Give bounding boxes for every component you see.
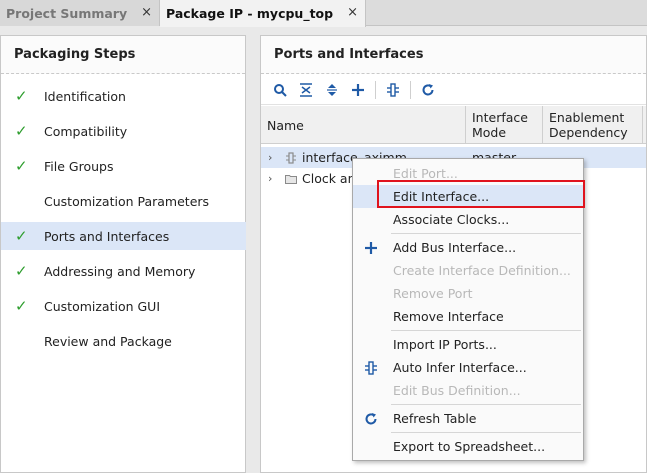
add-icon[interactable] bbox=[347, 79, 369, 101]
chevron-right-icon[interactable]: › bbox=[268, 151, 272, 164]
menu-item-label: Edit Bus Definition... bbox=[393, 383, 521, 398]
toolbar-divider bbox=[410, 80, 411, 99]
auto-infer-icon[interactable] bbox=[382, 79, 404, 101]
folder-icon bbox=[285, 173, 297, 185]
menu-item-label: Export to Spreadsheet... bbox=[393, 439, 546, 454]
check-icon: ✓ bbox=[15, 297, 28, 315]
collapse-all-icon[interactable] bbox=[295, 79, 317, 101]
table-header: Name Interface Mode Enablement Dependenc… bbox=[261, 106, 646, 144]
step-label: Ports and Interfaces bbox=[44, 228, 170, 244]
step-label: Customization GUI bbox=[44, 298, 161, 314]
step-ports-and-interfaces[interactable]: ✓ Ports and Interfaces bbox=[1, 222, 246, 250]
check-icon: ✓ bbox=[15, 87, 28, 105]
step-label: Compatibility bbox=[44, 123, 128, 139]
annotation-highlight-box bbox=[377, 180, 585, 208]
menu-item-refresh-table[interactable]: Refresh Table bbox=[353, 407, 583, 430]
menu-item-label: Create Interface Definition... bbox=[393, 263, 571, 278]
menu-divider bbox=[391, 404, 581, 405]
toolbar bbox=[261, 75, 646, 105]
tab-bar: Project Summary × Package IP - mycpu_top… bbox=[0, 0, 647, 27]
menu-item-associate-clocks[interactable]: Associate Clocks... bbox=[353, 208, 583, 231]
step-customization-gui[interactable]: ✓ Customization GUI bbox=[1, 292, 246, 320]
menu-item-label: Edit Port... bbox=[393, 166, 458, 181]
toolbar-divider bbox=[375, 80, 376, 99]
step-label: Addressing and Memory bbox=[44, 263, 196, 279]
menu-item-remove-port[interactable]: Remove Port bbox=[353, 282, 583, 305]
packaging-steps-panel: Packaging Steps ✓ Identification ✓ Compa… bbox=[0, 35, 246, 473]
menu-item-label: Auto Infer Interface... bbox=[393, 360, 527, 375]
menu-item-add-bus-interface[interactable]: Add Bus Interface... bbox=[353, 236, 583, 259]
refresh-icon bbox=[363, 411, 379, 427]
menu-item-label: Remove Interface bbox=[393, 309, 504, 324]
menu-item-auto-infer-interface[interactable]: Auto Infer Interface... bbox=[353, 356, 583, 379]
menu-item-label: Import IP Ports... bbox=[393, 337, 497, 352]
column-header-enablement-dependency[interactable]: Enablement Dependency bbox=[543, 106, 643, 144]
check-icon: ✓ bbox=[15, 122, 28, 140]
tab-package-ip[interactable]: Package IP - mycpu_top × bbox=[160, 0, 366, 27]
step-label: Customization Parameters bbox=[44, 193, 210, 209]
check-icon: ✓ bbox=[15, 157, 28, 175]
refresh-icon[interactable] bbox=[417, 79, 439, 101]
step-compatibility[interactable]: ✓ Compatibility bbox=[1, 117, 246, 145]
menu-divider bbox=[391, 330, 581, 331]
panel-title: Ports and Interfaces bbox=[261, 36, 646, 74]
step-addressing-and-memory[interactable]: ✓ Addressing and Memory bbox=[1, 257, 246, 285]
step-customization-parameters[interactable]: Customization Parameters bbox=[1, 187, 246, 215]
menu-item-label: Add Bus Interface... bbox=[393, 240, 517, 255]
panel-title: Packaging Steps bbox=[1, 36, 245, 74]
check-icon: ✓ bbox=[15, 262, 28, 280]
step-label: Review and Package bbox=[44, 333, 172, 349]
tab-label: Project Summary bbox=[6, 5, 128, 21]
tab-project-summary[interactable]: Project Summary × bbox=[0, 0, 160, 26]
menu-divider bbox=[391, 233, 581, 234]
step-label: Identification bbox=[44, 88, 126, 104]
step-label: File Groups bbox=[44, 158, 114, 174]
search-icon[interactable] bbox=[269, 79, 291, 101]
context-menu: Edit Port... Edit Interface... Associate… bbox=[352, 158, 585, 461]
menu-divider bbox=[391, 432, 581, 433]
add-icon bbox=[363, 240, 379, 256]
expand-all-icon[interactable] bbox=[321, 79, 343, 101]
step-identification[interactable]: ✓ Identification bbox=[1, 82, 246, 110]
menu-item-export-to-spreadsheet[interactable]: Export to Spreadsheet... bbox=[353, 435, 583, 458]
chevron-right-icon[interactable]: › bbox=[268, 172, 272, 185]
column-header-interface-mode[interactable]: Interface Mode bbox=[466, 106, 543, 144]
menu-item-label: Refresh Table bbox=[393, 411, 477, 426]
auto-infer-icon bbox=[363, 360, 379, 376]
close-icon[interactable]: × bbox=[347, 5, 358, 20]
menu-item-remove-interface[interactable]: Remove Interface bbox=[353, 305, 583, 328]
menu-item-import-ip-ports[interactable]: Import IP Ports... bbox=[353, 333, 583, 356]
step-file-groups[interactable]: ✓ File Groups bbox=[1, 152, 246, 180]
close-icon[interactable]: × bbox=[141, 5, 152, 20]
column-header-name[interactable]: Name bbox=[261, 106, 466, 144]
menu-item-create-interface-definition[interactable]: Create Interface Definition... bbox=[353, 259, 583, 282]
menu-item-label: Associate Clocks... bbox=[393, 212, 510, 227]
menu-item-label: Remove Port bbox=[393, 286, 473, 301]
interface-icon bbox=[285, 151, 297, 164]
check-icon: ✓ bbox=[15, 227, 28, 245]
step-review-and-package[interactable]: Review and Package bbox=[1, 327, 246, 355]
menu-item-edit-bus-definition[interactable]: Edit Bus Definition... bbox=[353, 379, 583, 402]
tab-label: Package IP - mycpu_top bbox=[166, 6, 334, 21]
